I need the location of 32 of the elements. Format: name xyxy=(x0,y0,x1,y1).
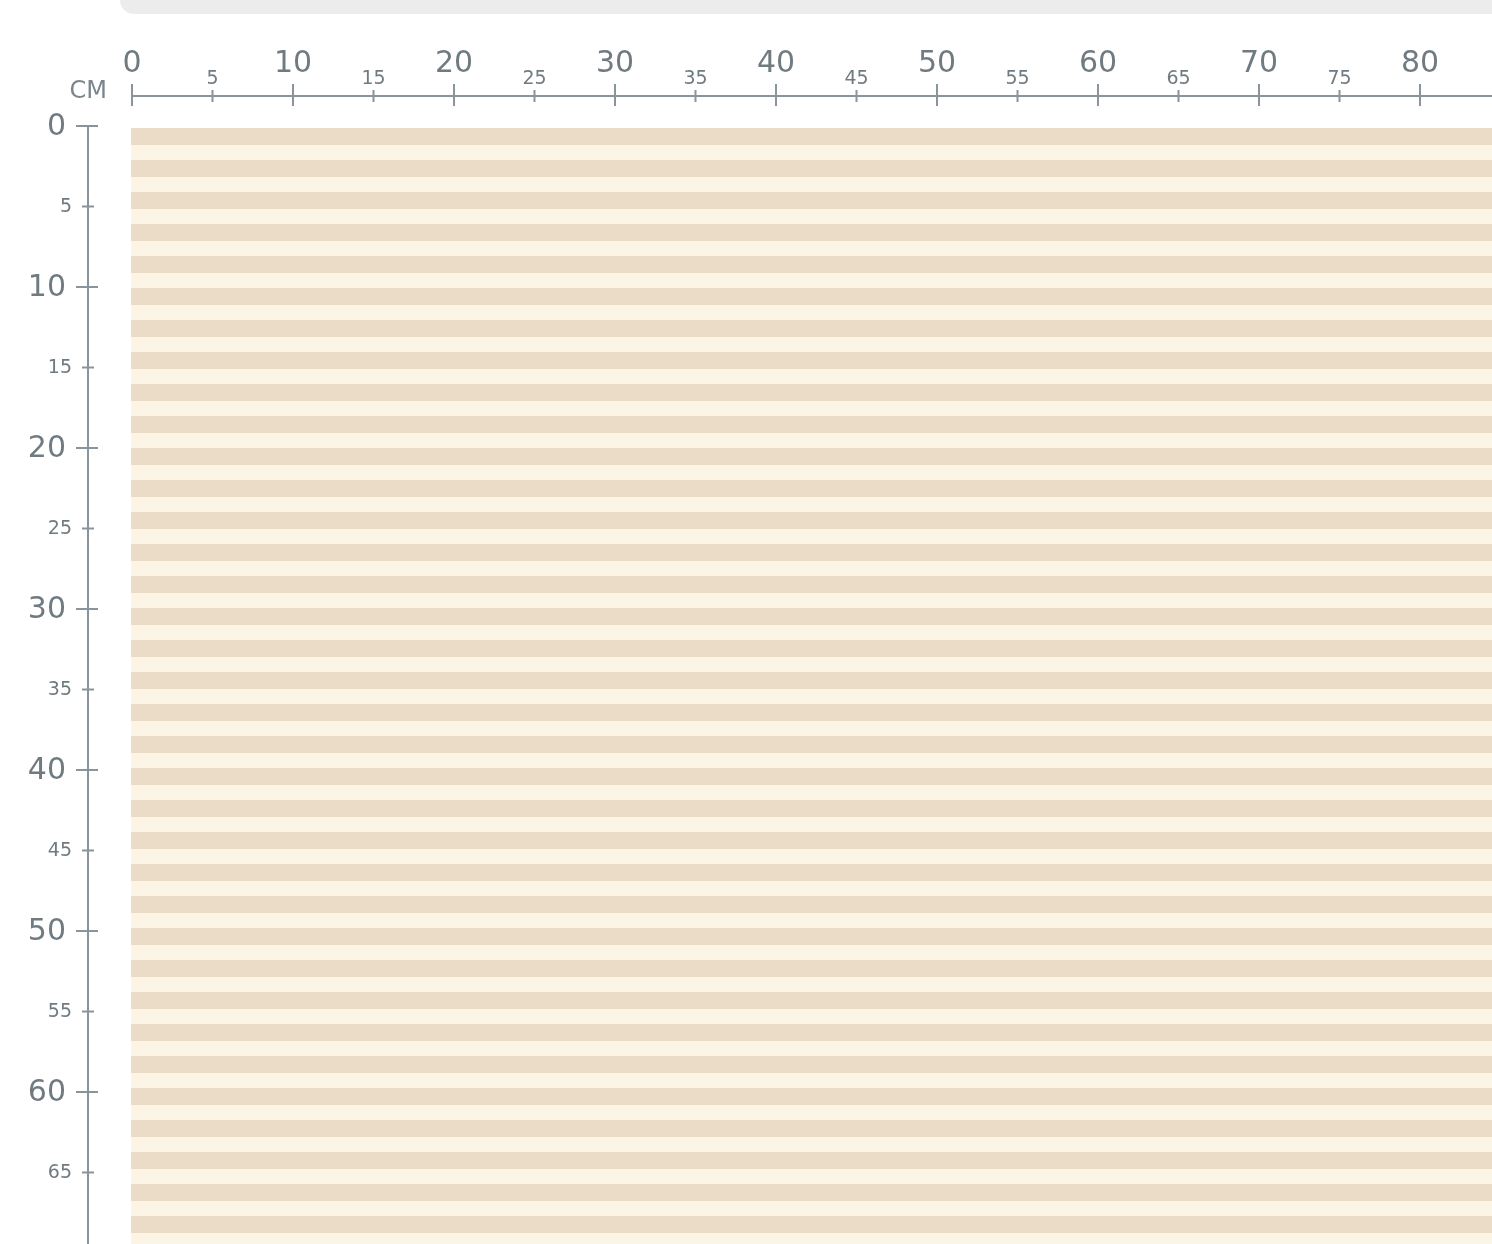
ruler-label: 45 xyxy=(844,66,869,88)
ruler-label: 60 xyxy=(27,1072,66,1108)
ruler-label: 25 xyxy=(522,66,547,88)
ruler-label: 65 xyxy=(1166,66,1191,88)
ruler-label: 10 xyxy=(27,267,66,303)
ruler-label: 50 xyxy=(917,44,957,79)
ruler-label: 25 xyxy=(47,516,72,538)
ruler-label: 35 xyxy=(47,677,72,699)
ruler-label: 60 xyxy=(1078,44,1118,79)
ruler-label: 30 xyxy=(27,589,66,625)
ruler-label: 50 xyxy=(27,911,66,947)
ruler-label: 15 xyxy=(47,355,72,377)
unit-label: CM xyxy=(69,78,107,102)
ruler-label: 0 xyxy=(46,106,66,142)
ruler-label: 75 xyxy=(1327,66,1352,88)
ruler-label: 45 xyxy=(47,838,72,860)
ruler-label: 5 xyxy=(206,66,219,88)
ruler-label: 10 xyxy=(273,44,313,79)
ruler-label: 20 xyxy=(434,44,474,79)
ruler-label: 5 xyxy=(59,194,72,216)
ruler-label: 55 xyxy=(1005,66,1030,88)
ruler-label: 30 xyxy=(595,44,635,79)
ruler-label: 20 xyxy=(27,428,66,464)
ruler-label: 55 xyxy=(47,999,72,1021)
ruler-label: 70 xyxy=(1239,44,1279,79)
ruler-label: 35 xyxy=(683,66,708,88)
ruler-label: 65 xyxy=(47,1160,72,1182)
ruler-label: 15 xyxy=(361,66,386,88)
ruler-label: 40 xyxy=(756,44,796,79)
ruler-label: 0 xyxy=(122,44,142,79)
ruler-label: 80 xyxy=(1400,44,1440,79)
ruler-label: 40 xyxy=(27,750,66,786)
